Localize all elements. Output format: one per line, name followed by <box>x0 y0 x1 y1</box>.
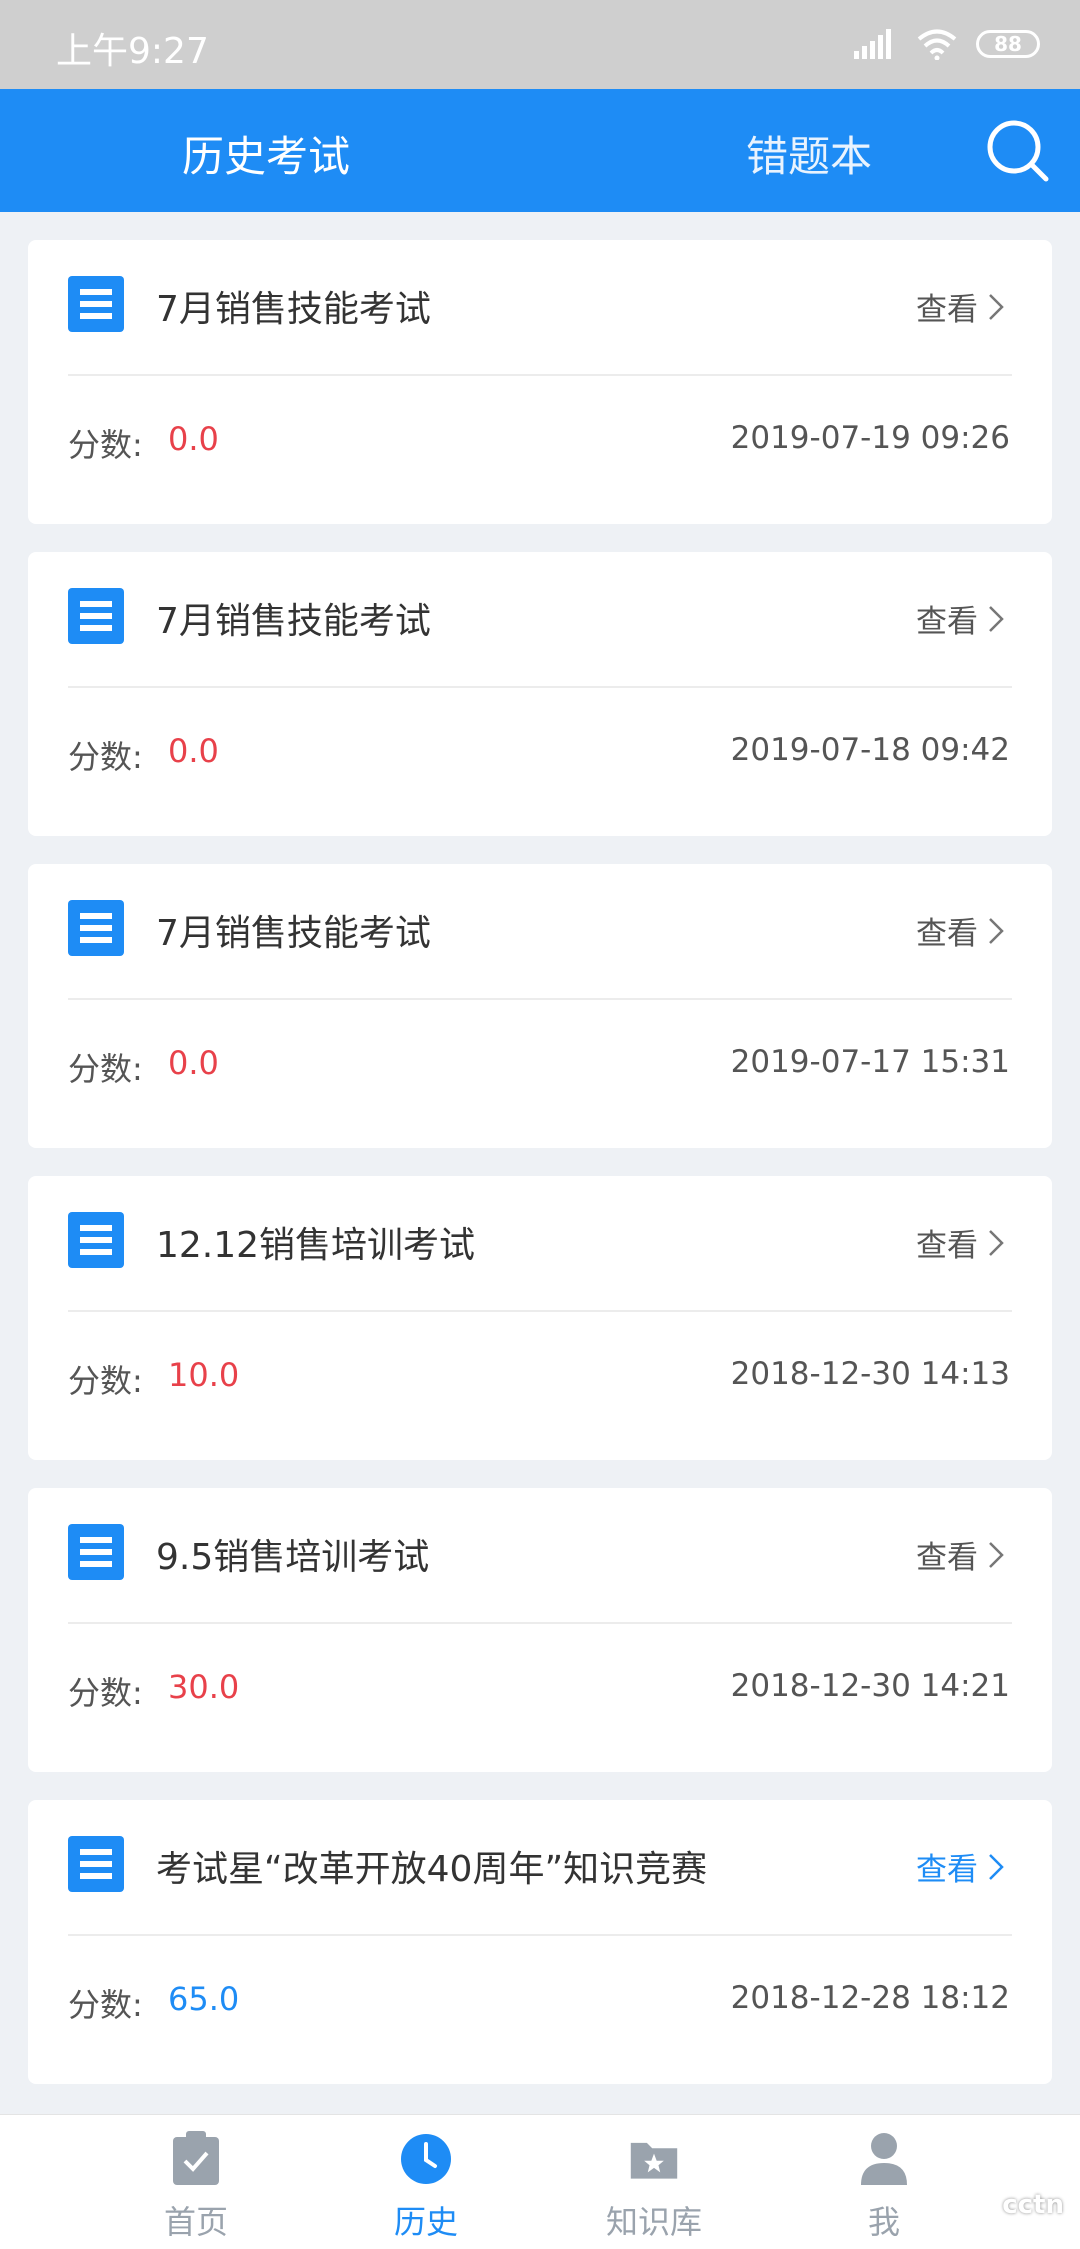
view-button[interactable]: 查看 <box>916 1220 1004 1265</box>
exam-title: 7月销售技能考试 <box>156 913 431 954</box>
exam-document-icon <box>68 276 124 332</box>
top-tab-bar: 历史考试 错题本 <box>0 89 1080 212</box>
view-button[interactable]: 查看 <box>916 284 1004 329</box>
exam-card[interactable]: 7月销售技能考试 查看 分数: 0.0 2019-07-18 09:42 <box>28 552 1052 836</box>
wifi-icon <box>917 29 957 60</box>
score-value: 10.0 <box>168 1356 240 1394</box>
status-bar: 上午9:27 88 <box>0 0 1080 89</box>
signal-icon <box>854 29 891 59</box>
chevron-right-icon <box>989 605 1004 632</box>
exam-document-icon <box>68 588 124 644</box>
exam-time: 2018-12-28 18:12 <box>730 1980 1010 2016</box>
score-value: 0.0 <box>168 732 219 770</box>
exam-title: 9.5销售培训考试 <box>156 1537 430 1578</box>
clipboard-check-icon <box>173 2131 219 2185</box>
clock-icon <box>401 2134 451 2184</box>
exam-time: 2019-07-17 15:31 <box>730 1044 1010 1080</box>
chevron-right-icon <box>989 1229 1004 1256</box>
divider <box>68 1622 1012 1624</box>
exam-card[interactable]: 7月销售技能考试 查看 分数: 0.0 2019-07-17 15:31 <box>28 864 1052 1148</box>
exam-title: 7月销售技能考试 <box>156 289 431 330</box>
status-icons: 88 <box>854 28 1040 60</box>
view-button[interactable]: 查看 <box>916 908 1004 953</box>
view-button[interactable]: 查看 <box>916 596 1004 641</box>
divider <box>68 686 1012 688</box>
view-label: 查看 <box>916 1228 978 1264</box>
view-label: 查看 <box>916 1852 978 1888</box>
nav-me-label: 我 <box>867 2203 900 2241</box>
exam-history-list: 7月销售技能考试 查看 分数: 0.0 2019-07-19 09:26 7月销… <box>28 240 1052 2112</box>
exam-document-icon <box>68 1836 124 1892</box>
exam-card[interactable]: 考试星“改革开放40周年”知识竞赛 查看 分数: 65.0 2018-12-28… <box>28 1800 1052 2084</box>
folder-star-icon <box>630 2142 678 2179</box>
nav-me[interactable]: 我 <box>784 2115 984 2249</box>
battery-level: 88 <box>994 32 1022 56</box>
view-label: 查看 <box>916 604 978 640</box>
score-label: 分数: <box>68 1362 143 1400</box>
view-label: 查看 <box>916 916 978 952</box>
search-icon[interactable] <box>982 115 1052 185</box>
view-label: 查看 <box>916 292 978 328</box>
nav-knowledge[interactable]: 知识库 <box>554 2115 754 2249</box>
user-icon <box>861 2133 907 2185</box>
exam-time: 2018-12-30 14:21 <box>730 1668 1010 1704</box>
exam-card[interactable]: 7月销售技能考试 查看 分数: 0.0 2019-07-19 09:26 <box>28 240 1052 524</box>
exam-card[interactable]: 9.5销售培训考试 查看 分数: 30.0 2018-12-30 14:21 <box>28 1488 1052 1772</box>
chevron-right-icon <box>989 1541 1004 1568</box>
divider <box>68 374 1012 376</box>
tab-history-exams[interactable]: 历史考试 <box>182 123 350 184</box>
score-value: 30.0 <box>168 1668 240 1706</box>
score-label: 分数: <box>68 738 143 776</box>
view-button[interactable]: 查看 <box>916 1532 1004 1577</box>
score-value: 65.0 <box>168 1980 240 2018</box>
watermark: cctn <box>1002 2190 1064 2220</box>
exam-time: 2019-07-19 09:26 <box>730 420 1010 456</box>
score-label: 分数: <box>68 1986 143 2024</box>
divider <box>68 1934 1012 1936</box>
nav-history[interactable]: 历史 <box>326 2115 526 2249</box>
chevron-right-icon <box>989 1853 1004 1880</box>
nav-home-label: 首页 <box>163 2203 228 2241</box>
exam-document-icon <box>68 1524 124 1580</box>
nav-home[interactable]: 首页 <box>96 2115 296 2249</box>
exam-document-icon <box>68 900 124 956</box>
nav-knowledge-label: 知识库 <box>605 2203 702 2241</box>
exam-title: 12.12销售培训考试 <box>156 1225 476 1266</box>
score-value: 0.0 <box>168 420 219 458</box>
score-label: 分数: <box>68 1050 143 1088</box>
status-time: 上午9:27 <box>56 31 209 72</box>
exam-document-icon <box>68 1212 124 1268</box>
divider <box>68 1310 1012 1312</box>
battery-icon: 88 <box>976 30 1040 58</box>
chevron-right-icon <box>989 293 1004 320</box>
bottom-nav: 首页 历史 知识库 我 <box>0 2114 1080 2249</box>
exam-time: 2019-07-18 09:42 <box>730 732 1010 768</box>
divider <box>68 998 1012 1000</box>
exam-card[interactable]: 12.12销售培训考试 查看 分数: 10.0 2018-12-30 14:13 <box>28 1176 1052 1460</box>
score-value: 0.0 <box>168 1044 219 1082</box>
score-label: 分数: <box>68 426 143 464</box>
chevron-right-icon <box>989 917 1004 944</box>
tab-wrong-questions[interactable]: 错题本 <box>746 123 872 184</box>
view-label: 查看 <box>916 1540 978 1576</box>
nav-history-label: 历史 <box>393 2203 458 2241</box>
score-label: 分数: <box>68 1674 143 1712</box>
exam-title: 7月销售技能考试 <box>156 601 431 642</box>
view-button[interactable]: 查看 <box>916 1844 1004 1889</box>
exam-title: 考试星“改革开放40周年”知识竞赛 <box>156 1849 708 1890</box>
exam-time: 2018-12-30 14:13 <box>730 1356 1010 1392</box>
